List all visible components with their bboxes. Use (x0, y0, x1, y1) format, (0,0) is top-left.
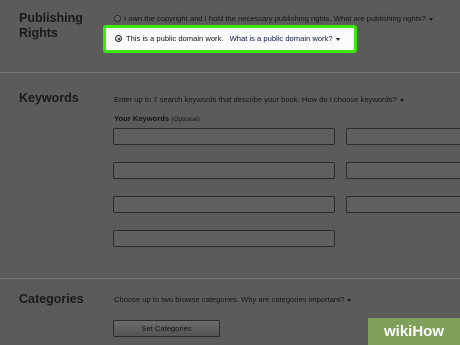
keywords-help-link[interactable]: How do I choose keywords? (302, 95, 397, 104)
public-domain-option-label: This is a public domain work. (126, 34, 224, 43)
chevron-down-icon (347, 298, 352, 302)
keywords-description: Enter up to 7 search keywords that descr… (114, 95, 404, 104)
keyword-input-1[interactable] (113, 128, 335, 145)
keywords-title: Keywords (19, 91, 79, 105)
copyright-radio[interactable] (114, 15, 121, 22)
wikihow-watermark: wikiHow (368, 318, 460, 345)
copyright-option-label: I own the copyright and I hold the neces… (124, 14, 332, 23)
keyword-input-7[interactable] (113, 230, 335, 247)
publishing-rights-help-link[interactable]: What are publishing rights? (334, 14, 426, 23)
keyword-input-2[interactable] (346, 128, 460, 145)
keyword-input-6[interactable] (346, 196, 460, 213)
categories-title: Categories (19, 292, 84, 306)
keyword-input-5[interactable] (113, 196, 335, 213)
keyword-input-3[interactable] (113, 162, 335, 179)
set-categories-button[interactable]: Set Categories (113, 320, 220, 337)
keywords-optional-text: (Optional) (171, 116, 200, 123)
public-domain-help-link[interactable]: What is a public domain work? (230, 34, 333, 43)
public-domain-option-text[interactable]: This is a public domain work. What is a … (126, 34, 340, 43)
public-domain-radio[interactable] (115, 35, 122, 42)
categories-description: Choose up to two browse categories. Why … (114, 295, 352, 304)
publishing-rights-section: Publishing Rights I own the copyright an… (0, 0, 460, 72)
keywords-section: Keywords Enter up to 7 search keywords t… (0, 73, 460, 278)
keyword-input-4[interactable] (346, 162, 460, 179)
copyright-option-text[interactable]: I own the copyright and I hold the neces… (124, 14, 433, 23)
chevron-down-icon (335, 37, 340, 41)
chevron-down-icon (428, 17, 433, 21)
categories-description-text: Choose up to two browse categories. (114, 295, 239, 304)
categories-help-link[interactable]: Why are categories important? (241, 295, 344, 304)
chevron-down-icon (399, 98, 404, 102)
keywords-label-text: Your Keywords (114, 114, 170, 123)
keywords-description-text: Enter up to 7 search keywords that descr… (114, 95, 300, 104)
keywords-label: Your Keywords (Optional) (114, 114, 200, 123)
publishing-rights-title: Publishing Rights (19, 11, 83, 40)
